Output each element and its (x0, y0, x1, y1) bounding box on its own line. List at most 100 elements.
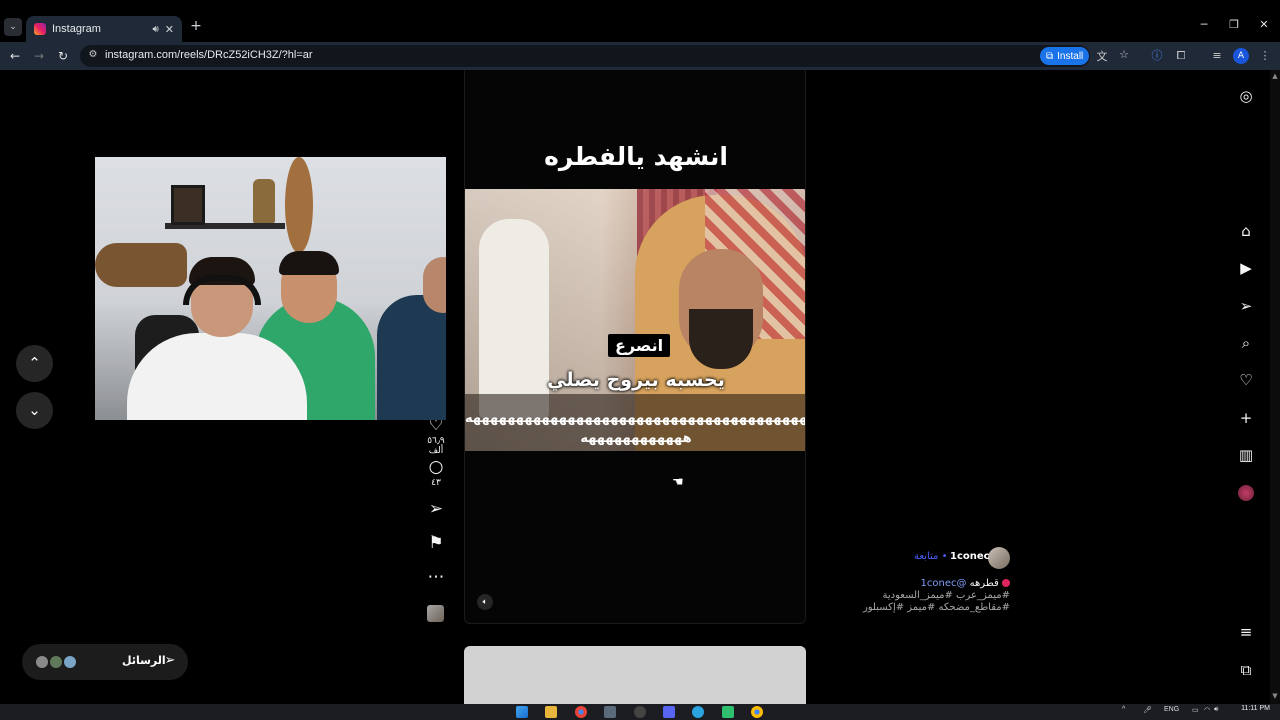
next-reel-preview[interactable] (464, 646, 806, 704)
caption-word: قطرهه (969, 578, 999, 589)
window-restore-icon[interactable]: ❐ (1224, 18, 1244, 36)
extensions-puzzle-icon[interactable]: ⧠ (1172, 47, 1190, 65)
follow-link[interactable]: متابعة • (914, 551, 947, 562)
profile-avatar[interactable]: A (1233, 48, 1249, 64)
file-explorer-icon[interactable] (545, 706, 557, 718)
create-plus-icon[interactable]: + (1236, 408, 1256, 428)
language-indicator[interactable]: ENG (1164, 706, 1179, 713)
follow-separator: • (941, 551, 948, 562)
picture-frame (171, 185, 205, 225)
messages-paper-plane-icon[interactable]: ➢ (1236, 296, 1256, 316)
instagram-logo-icon[interactable]: ◎ (1236, 86, 1256, 106)
messages-paper-plane-icon: ➢ (164, 653, 176, 668)
wood-decor (95, 243, 187, 287)
scroll-down-arrow-icon[interactable]: ▼ (1271, 692, 1279, 700)
tab-title: Instagram (52, 23, 101, 35)
caption-text: قطرهه @1conec (860, 578, 1010, 589)
window-close-icon[interactable]: ✕ (1254, 18, 1274, 36)
notifications-heart-icon[interactable]: ♡ (1236, 370, 1256, 390)
leaf-decor (285, 157, 313, 253)
chrome-active-icon[interactable] (751, 706, 763, 718)
tray-chevron-icon[interactable]: ^ (1122, 706, 1125, 713)
telegram-icon[interactable] (692, 706, 704, 718)
share-action[interactable]: ➢ (424, 500, 448, 518)
reload-icon[interactable]: ↻ (54, 47, 72, 65)
browser-tab-instagram[interactable]: Instagram 🔊︎ ✕ (26, 16, 182, 42)
wifi-icon[interactable]: ◠ (1204, 706, 1210, 714)
install-icon: ⧉ (1046, 50, 1054, 62)
previous-reel-chevron-up-icon[interactable]: ⌃ (16, 345, 53, 382)
tab-search-chevron-icon[interactable]: ⌄ (4, 18, 22, 36)
follow-label[interactable]: متابعة (914, 551, 938, 562)
extension-info-icon[interactable]: ⓘ (1148, 47, 1166, 65)
comment-action[interactable]: ○ ٤٣ (424, 458, 448, 488)
person-right-body (377, 295, 446, 420)
comment-bubble-icon[interactable]: ○ (424, 458, 448, 476)
like-count: ٥٦٫٩ ألف (427, 436, 445, 456)
like-action[interactable]: ♡ ٥٦٫٩ ألف (424, 416, 448, 456)
caption-laugh-line-1: هههههههههههههههههههههههههههههههههههههههه… (465, 411, 806, 426)
address-bar[interactable]: ⚙ instagram.com/reels/DRcZ52iCH3Z/?hl=ar… (80, 45, 1129, 67)
save-action[interactable]: ⚑ (424, 534, 448, 552)
author-avatar[interactable] (988, 547, 1010, 569)
dashboard-icon[interactable]: ▥ (1236, 445, 1256, 465)
author-username[interactable]: 1conec (950, 551, 990, 562)
browser-menu-icon[interactable]: ⋮ (1256, 47, 1274, 65)
caption-line-text: يحسبه بيروح يصلي (547, 369, 725, 391)
taskbar-clock[interactable]: 11:11 PM (1230, 705, 1270, 713)
app-icon[interactable] (722, 706, 734, 718)
instagram-reels-page: انشهد يالفطره انصرع يحسبه بيروح يصلي ههه… (0, 70, 1270, 704)
caption-box-text: انصرع (608, 334, 671, 357)
back-arrow-icon[interactable]: ← (6, 47, 24, 65)
comment-count: ٤٣ (431, 478, 441, 488)
mouse-pointer-icon: ☚ (672, 475, 684, 490)
next-reel-chevron-down-icon[interactable]: ⌄ (16, 392, 53, 429)
translate-icon[interactable]: 文 (1094, 48, 1110, 64)
reel-title-text: انشهد يالفطره (544, 142, 728, 171)
tab-close-icon[interactable]: ✕ (165, 23, 174, 36)
home-icon[interactable]: ⌂ (1236, 221, 1256, 241)
clock-app-icon[interactable] (634, 706, 646, 718)
speaker-icon[interactable]: 🔊︎ (152, 24, 158, 35)
window-minimize-icon[interactable]: ─ (1194, 18, 1214, 36)
caption-laugh-line-2: ههههههههههههه (580, 431, 692, 446)
reel-video[interactable]: انشهد يالفطره انصرع يحسبه بيروح يصلي ههه… (464, 70, 806, 624)
share-paper-plane-icon[interactable]: ➢ (424, 500, 448, 518)
bookmark-star-icon[interactable]: ☆ (1116, 48, 1132, 64)
more-dots-icon[interactable]: ⋯ (424, 568, 448, 586)
messages-pill[interactable]: الرسائل ➢ (22, 644, 188, 680)
browser-toolbar: ← → ↻ ⚙ instagram.com/reels/DRcZ52iCH3Z/… (0, 42, 1280, 70)
webcam-overlay (95, 157, 446, 420)
forward-arrow-icon[interactable]: → (30, 47, 48, 65)
install-label: Install (1057, 50, 1084, 62)
profile-avatar-icon[interactable] (1238, 485, 1254, 501)
scroll-up-arrow-icon[interactable]: ▲ (1271, 72, 1279, 80)
audio-avatar[interactable] (427, 605, 444, 622)
caption-mention[interactable]: @1conec (921, 578, 967, 589)
reels-play-icon[interactable]: ▶ (1236, 258, 1256, 278)
new-tab-plus-icon[interactable]: + (188, 18, 204, 36)
install-app-button[interactable]: ⧉ Install (1040, 47, 1090, 65)
media-controls-icon[interactable]: ≡ (1208, 47, 1226, 65)
more-options-action[interactable]: ⋯ (424, 568, 448, 586)
mic-icon[interactable]: 🎤︎ (1143, 706, 1152, 714)
hashtags-line-1[interactable]: #ميمز_عرب #ميمز_السعودية (860, 590, 1010, 601)
volume-icon[interactable]: 🔊︎ (1214, 706, 1218, 714)
chrome-icon[interactable] (575, 706, 587, 718)
store-icon[interactable] (604, 706, 616, 718)
hashtags-line-2[interactable]: #مقاطع_مضحكه #ميمز #إكسبلور (860, 602, 1010, 613)
menu-hamburger-icon[interactable]: ≡ (1236, 622, 1256, 642)
windows-start-icon[interactable] (516, 706, 528, 718)
page-scrollbar[interactable]: ▲ ▼ (1270, 70, 1280, 704)
reel-video-frame: انصرع يحسبه بيروح يصلي ههههههههههههههههه… (465, 189, 806, 451)
mute-speaker-icon[interactable]: 🔈︎ (477, 594, 493, 610)
site-info-icon[interactable]: ⚙ (86, 49, 100, 63)
url-text[interactable]: instagram.com/reels/DRcZ52iCH3Z/?hl=ar (105, 49, 313, 61)
browser-tab-bar: ⌄ Instagram 🔊︎ ✕ + ─ ❐ ✕ (0, 0, 1280, 42)
search-icon[interactable]: ⌕ (1236, 333, 1256, 353)
discord-icon[interactable] (663, 706, 675, 718)
display-icon[interactable]: ▭ (1192, 706, 1199, 714)
also-from-meta-icon[interactable]: ⧉ (1236, 660, 1256, 680)
message-avatars (34, 654, 82, 670)
bookmark-icon[interactable]: ⚑ (424, 534, 448, 552)
